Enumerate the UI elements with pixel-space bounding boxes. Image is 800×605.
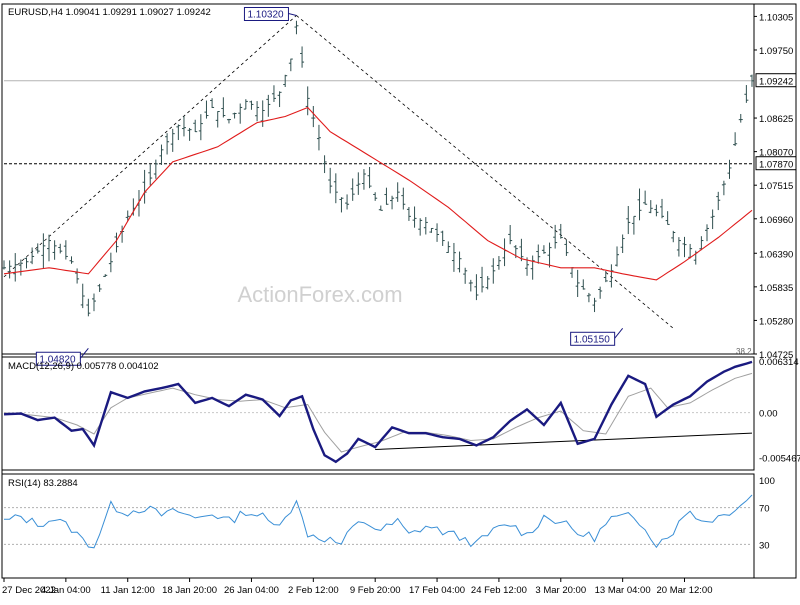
- price-tick-label-1.07515: 1.07515: [759, 181, 793, 192]
- macd-tick-label-0.00: 0.00: [759, 409, 778, 420]
- price-trendline-0: [3, 15, 297, 278]
- rsi-title: RSI(14) 83.2884: [8, 478, 78, 489]
- x-tick-label-3: 18 Jan 20:00: [162, 585, 217, 596]
- price-tick-label-1.05835: 1.05835: [759, 283, 793, 294]
- chart-svg: ActionForex.com 1.09242 1.07870 1.10305 1.09…: [1, 3, 800, 596]
- x-tick-label-6: 9 Feb 20:00: [350, 585, 401, 596]
- annotation-label-1.05150: 1.05150: [574, 334, 611, 345]
- level-label-1.09242: 1.09242: [759, 77, 793, 88]
- rsi-tick-label-30: 30: [759, 540, 770, 551]
- fib-corner-label: 38.2: [736, 347, 752, 356]
- rsi-line: [3, 494, 753, 549]
- price-tick-label-1.08625: 1.08625: [759, 114, 793, 125]
- macd-title: MACD(12,26,9) 0.005778 0.004102: [8, 361, 159, 372]
- x-tick-label-9: 3 Mar 20:00: [535, 585, 586, 596]
- x-tick-label-1: 4 Jan 04:00: [41, 585, 91, 596]
- level-label-1.07870: 1.07870: [759, 160, 793, 171]
- x-tick-label-4: 26 Jan 04:00: [224, 585, 279, 596]
- annotation-leader-1.10320: [288, 13, 297, 16]
- price-tick-label-1.06960: 1.06960: [759, 215, 793, 226]
- price-bars: [2, 20, 754, 317]
- chart-root: ActionForex.com 1.09242 1.07870 1.10305 1.09…: [0, 0, 800, 600]
- price-title: EURUSD,H4 1.09041 1.09291 1.09027 1.0924…: [8, 7, 211, 18]
- x-tick-label-10: 13 Mar 04:00: [595, 585, 651, 596]
- x-tick-label-5: 2 Feb 12:00: [288, 585, 339, 596]
- rsi-tick-label-100: 100: [759, 476, 775, 487]
- x-tick-label-7: 17 Feb 04:00: [409, 585, 465, 596]
- watermark: ActionForex.com: [237, 282, 402, 307]
- rsi-tick-label-70: 70: [759, 504, 770, 515]
- macd-tick-label-0.006314: 0.006314: [759, 357, 799, 368]
- annotation-label-1.10320: 1.10320: [247, 9, 284, 20]
- x-tick-label-2: 11 Jan 12:00: [101, 585, 155, 596]
- price-tick-label-1.09750: 1.09750: [759, 46, 793, 57]
- macd-line: [3, 360, 753, 464]
- x-tick-label-11: 20 Mar 12:00: [657, 585, 713, 596]
- price-tick-label-1.05280: 1.05280: [759, 316, 793, 327]
- macd-tick-label--0.005467: -0.005467: [759, 453, 800, 464]
- annotation-leader-1.05150: [614, 327, 624, 339]
- price-tick-label-1.10305: 1.10305: [759, 12, 793, 23]
- price-tick-label-1.08070: 1.08070: [759, 148, 793, 159]
- price-tick-label-1.06390: 1.06390: [759, 249, 793, 260]
- x-tick-label-8: 24 Feb 12:00: [471, 585, 527, 596]
- panel-frame-macd: [1, 356, 755, 471]
